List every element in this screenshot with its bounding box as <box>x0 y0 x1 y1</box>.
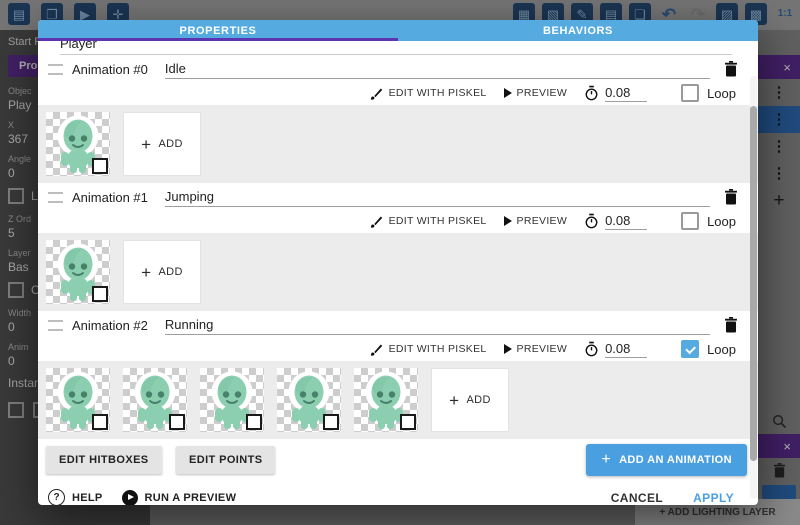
animation-frame[interactable] <box>277 368 341 432</box>
animation-section: Animation #0 Idle EDIT WITH PISKEL PREVI… <box>38 55 758 183</box>
frames-strip: + ADD <box>38 233 758 311</box>
frame-select-checkbox[interactable] <box>92 286 108 302</box>
cancel-button[interactable]: CANCEL <box>611 491 663 505</box>
animation-header: Animation #0 Idle <box>38 55 758 83</box>
frame-select-checkbox[interactable] <box>169 414 185 430</box>
animation-index-label: Animation #1 <box>72 190 148 205</box>
plus-icon: + <box>141 136 151 153</box>
animation-header: Animation #1 Jumping <box>38 183 758 211</box>
loop-checkbox[interactable] <box>681 212 699 230</box>
add-frame-button[interactable]: + ADD <box>123 240 201 304</box>
scrollbar-thumb[interactable] <box>750 106 757 461</box>
animation-index-label: Animation #0 <box>72 62 148 77</box>
actions-row: EDIT HITBOXES EDIT POINTS + ADD AN ANIMA… <box>38 439 758 476</box>
animation-header: Animation #2 Running <box>38 311 758 339</box>
animation-frame[interactable] <box>200 368 264 432</box>
animation-frame[interactable] <box>354 368 418 432</box>
stopwatch-icon <box>584 341 599 357</box>
help-button[interactable]: ? HELP <box>48 489 103 505</box>
animation-frame[interactable] <box>123 368 187 432</box>
animation-section: Animation #1 Jumping EDIT WITH PISKEL PR… <box>38 183 758 311</box>
dialog-content: Player Animation #0 Idle EDIT WITH PISKE… <box>38 41 758 505</box>
edit-with-piskel-button[interactable]: EDIT WITH PISKEL <box>389 343 487 355</box>
add-frame-button[interactable]: + ADD <box>123 112 201 176</box>
dialog-scrollbar[interactable] <box>750 76 757 499</box>
animation-section: Animation #2 Running EDIT WITH PISKEL PR… <box>38 311 758 439</box>
trash-icon <box>724 317 738 333</box>
animation-name-input[interactable]: Jumping <box>165 187 710 207</box>
play-circle-icon <box>122 490 138 506</box>
animation-frame[interactable] <box>46 240 110 304</box>
trash-icon <box>724 189 738 205</box>
object-name-field[interactable]: Player <box>60 41 732 55</box>
animations-list: Animation #0 Idle EDIT WITH PISKEL PREVI… <box>38 55 758 439</box>
preview-button[interactable]: PREVIEW <box>517 87 568 99</box>
plus-icon: + <box>601 452 611 468</box>
animation-frame[interactable] <box>46 112 110 176</box>
frame-select-checkbox[interactable] <box>92 158 108 174</box>
preview-play-icon <box>504 344 512 354</box>
preview-play-icon <box>504 216 512 226</box>
frames-strip: + ADD <box>38 105 758 183</box>
loop-label: Loop <box>707 342 736 357</box>
preview-play-icon <box>504 88 512 98</box>
loop-label: Loop <box>707 86 736 101</box>
object-editor-dialog: PROPERTIES BEHAVIORS Player Animation #0… <box>38 20 758 505</box>
loop-label: Loop <box>707 214 736 229</box>
drag-handle-icon[interactable] <box>48 64 63 75</box>
frame-select-checkbox[interactable] <box>323 414 339 430</box>
help-icon: ? <box>48 489 65 505</box>
frame-select-checkbox[interactable] <box>400 414 416 430</box>
edit-points-button[interactable]: EDIT POINTS <box>176 446 275 474</box>
add-animation-button[interactable]: + ADD AN ANIMATION <box>586 444 747 476</box>
edit-with-piskel-button[interactable]: EDIT WITH PISKEL <box>389 87 487 99</box>
plus-icon: + <box>141 264 151 281</box>
animation-name-input[interactable]: Running <box>165 315 710 335</box>
time-between-frames-input[interactable]: 0.08 <box>605 85 647 102</box>
preview-button[interactable]: PREVIEW <box>517 343 568 355</box>
plus-icon: + <box>449 392 459 409</box>
brush-icon <box>369 214 384 229</box>
animation-tools-row: EDIT WITH PISKEL PREVIEW 0.08 Loop <box>38 83 758 105</box>
animation-index-label: Animation #2 <box>72 318 148 333</box>
stopwatch-icon <box>584 213 599 229</box>
delete-animation-button[interactable] <box>724 189 738 205</box>
object-name-value: Player <box>60 41 97 51</box>
brush-icon <box>369 342 384 357</box>
preview-button[interactable]: PREVIEW <box>517 215 568 227</box>
animation-name-input[interactable]: Idle <box>165 59 710 79</box>
delete-animation-button[interactable] <box>724 61 738 77</box>
tab-behaviors[interactable]: BEHAVIORS <box>398 20 758 41</box>
time-between-frames-input[interactable]: 0.08 <box>605 213 647 230</box>
loop-checkbox[interactable] <box>681 84 699 102</box>
animation-tools-row: EDIT WITH PISKEL PREVIEW 0.08 Loop <box>38 211 758 233</box>
run-preview-button[interactable]: RUN A PREVIEW <box>122 490 237 506</box>
stopwatch-icon <box>584 85 599 101</box>
trash-icon <box>724 61 738 77</box>
animation-tools-row: EDIT WITH PISKEL PREVIEW 0.08 Loop <box>38 339 758 361</box>
frames-strip: + ADD <box>38 361 758 439</box>
loop-checkbox[interactable] <box>681 340 699 358</box>
brush-icon <box>369 86 384 101</box>
add-frame-button[interactable]: + ADD <box>431 368 509 432</box>
edit-hitboxes-button[interactable]: EDIT HITBOXES <box>46 446 162 474</box>
time-between-frames-input[interactable]: 0.08 <box>605 341 647 358</box>
animation-frame[interactable] <box>46 368 110 432</box>
frame-select-checkbox[interactable] <box>92 414 108 430</box>
drag-handle-icon[interactable] <box>48 192 63 203</box>
dialog-tabbar: PROPERTIES BEHAVIORS <box>38 20 758 41</box>
frame-select-checkbox[interactable] <box>246 414 262 430</box>
dialog-footer: ? HELP RUN A PREVIEW CANCEL APPLY <box>38 476 758 505</box>
apply-button[interactable]: APPLY <box>693 491 734 505</box>
drag-handle-icon[interactable] <box>48 320 63 331</box>
delete-animation-button[interactable] <box>724 317 738 333</box>
edit-with-piskel-button[interactable]: EDIT WITH PISKEL <box>389 215 487 227</box>
